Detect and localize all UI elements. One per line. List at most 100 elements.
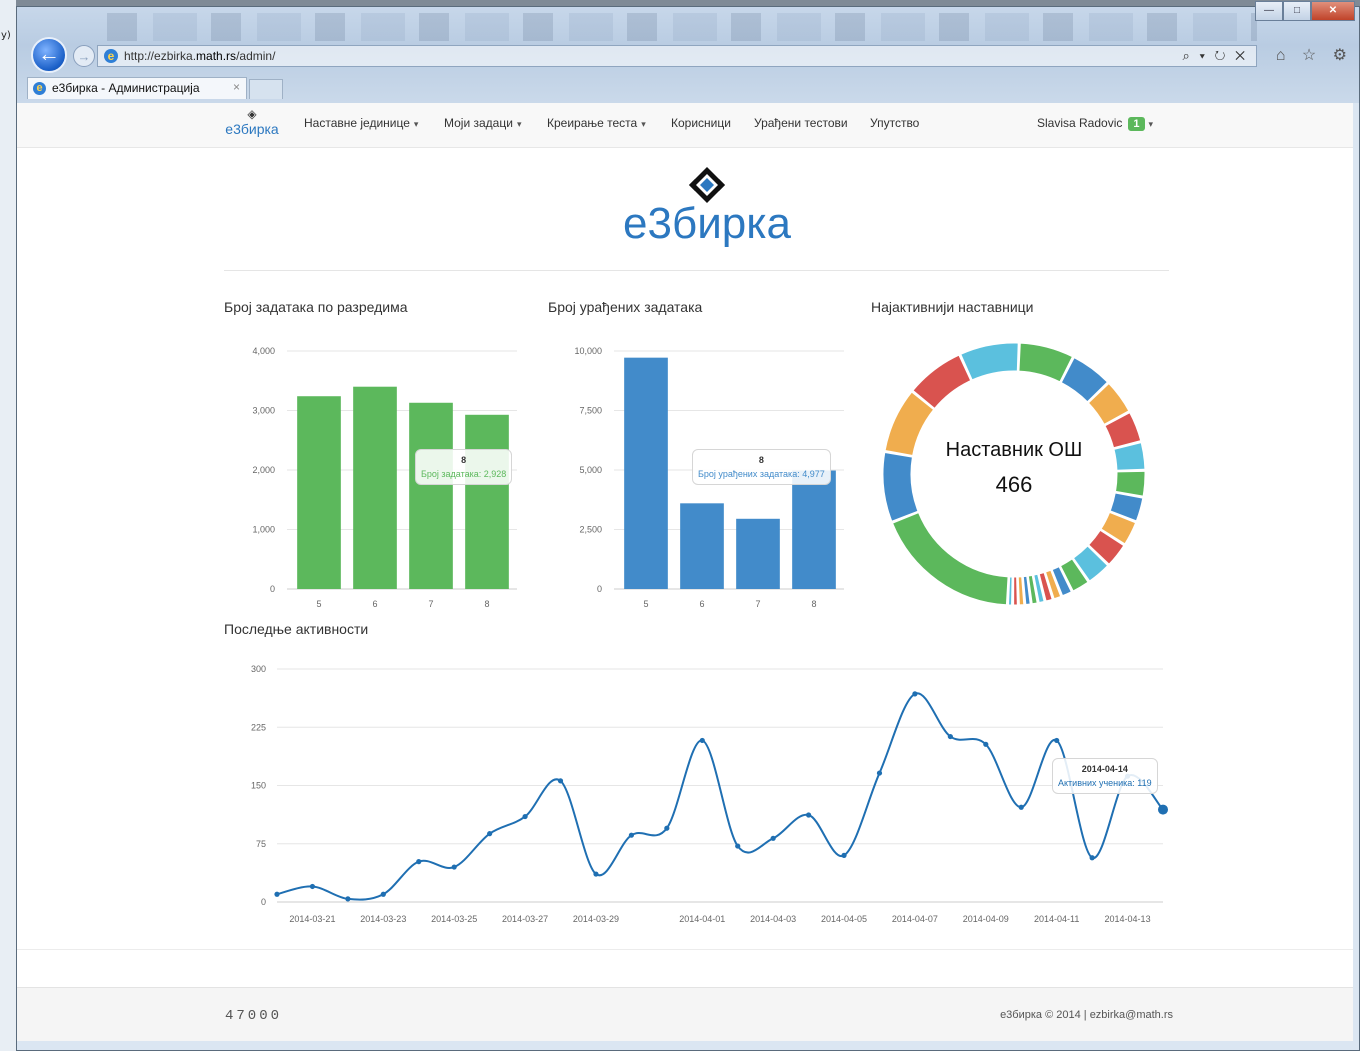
y-tick-label: 0: [261, 897, 266, 907]
data-point: [983, 741, 989, 747]
desktop-background: y): [0, 0, 16, 1051]
x-tick-label: 6: [372, 599, 377, 609]
copyright-text: е3бирка © 2014 | ezbirka@math.rs: [1000, 1009, 1173, 1021]
x-tick-label: 8: [811, 599, 816, 609]
caret-down-icon: ▾: [516, 119, 522, 129]
y-tick-label: 0: [597, 584, 602, 594]
x-tick-label: 6: [699, 599, 704, 609]
x-tick-label: 2014-04-11: [1034, 914, 1079, 924]
y-tick-label: 7,500: [579, 406, 602, 416]
ie-page-icon: e: [104, 49, 118, 63]
chart-title-completed-tasks: Број урађених задатака: [548, 299, 703, 315]
data-point: [1054, 737, 1060, 744]
y-tick-label: 2,000: [252, 465, 275, 475]
data-point: [628, 832, 634, 838]
tooltip-label: Број задатака: 2,928: [421, 469, 507, 479]
nav-item-users[interactable]: Корисници: [671, 116, 731, 130]
divider: [17, 949, 1353, 950]
site-logo: е3бирка: [577, 165, 837, 255]
y-tick-label: 10,000: [574, 346, 602, 356]
data-point: [274, 891, 280, 897]
nav-item-manual[interactable]: Упутство: [870, 116, 919, 130]
window-edge: [1353, 103, 1359, 1041]
x-tick-label: 2014-03-21: [289, 914, 335, 924]
bar-8: [465, 414, 509, 589]
x-tick-label: 2014-04-13: [1105, 914, 1151, 924]
y-tick-label: 300: [251, 664, 266, 674]
tooltip-category: 8: [461, 455, 467, 465]
x-tick-label: 2014-03-27: [502, 914, 548, 924]
tab-title: е3бирка - Администрација: [52, 81, 200, 95]
bar-5: [297, 396, 341, 589]
bar-7: [409, 402, 453, 589]
tooltip-category: 8: [758, 455, 764, 465]
donut-slice: [1017, 576, 1025, 606]
donut-slice: [1013, 576, 1018, 606]
data-point: [699, 737, 705, 744]
y-tick-label: 1,000: [252, 525, 275, 535]
browser-tab[interactable]: e е3бирка - Администрација ×: [27, 77, 247, 99]
y-tick-label: 225: [251, 722, 266, 732]
data-point: [451, 864, 457, 870]
back-button[interactable]: ←: [31, 37, 67, 73]
url-text: http://ezbirka.math.rs/admin/: [124, 49, 276, 63]
x-tick-label: 2014-03-25: [431, 914, 477, 924]
x-tick-label: 2014-04-01: [679, 914, 725, 924]
bar-6: [680, 503, 724, 589]
logo-name: е3бирка: [623, 199, 791, 248]
bar-7: [736, 518, 780, 589]
y-tick-label: 2,500: [579, 525, 602, 535]
x-tick-label: 8: [484, 599, 489, 609]
address-tools[interactable]: ⌕ ▾ ↻ ✕: [1183, 48, 1248, 64]
x-tick-label: 5: [316, 599, 321, 609]
donut-slice: [960, 342, 1019, 381]
x-tick-label: 2014-04-07: [892, 914, 938, 924]
navbar-brand[interactable]: ◈ е3бирка: [220, 108, 284, 143]
line-chart-recent-activity: 0 75 150 225 300 2014-03-21 2014-03-23 2014-03-…: [251, 664, 1168, 924]
chart-title-top-teachers: Најактивнији наставници: [871, 299, 1034, 315]
data-point: [416, 859, 422, 865]
tooltip-label: Активних ученика: 119: [1058, 778, 1152, 788]
data-point: [664, 825, 670, 831]
bar-6: [353, 386, 397, 589]
caret-down-icon: ▾: [641, 119, 646, 129]
y-tick-label: 75: [256, 839, 266, 849]
bar-5: [624, 357, 668, 589]
y-tick-label: 4,000: [252, 346, 275, 356]
y-tick-label: 3,000: [252, 406, 275, 416]
user-menu[interactable]: Slavisa Radovic 1 ▾: [1037, 116, 1153, 131]
data-point: [1018, 804, 1024, 810]
close-window-button[interactable]: ✕: [1311, 1, 1355, 21]
brand-name: е3бирка: [225, 121, 279, 137]
home-favorites-tools-icons[interactable]: ⌂ ☆ ⚙: [1276, 45, 1353, 65]
nav-item-units[interactable]: Наставне јединице ▾: [304, 116, 418, 130]
data-point: [1158, 804, 1168, 815]
tooltip-completed-tasks: 8 Број урађених задатака: 4,977: [692, 449, 831, 485]
tab-close-icon[interactable]: ×: [233, 80, 240, 94]
minimize-button[interactable]: —: [1255, 1, 1283, 21]
data-point: [806, 812, 812, 818]
nav-item-completed-tests[interactable]: Урађени тестови: [754, 116, 848, 130]
chart-title-tasks-by-grade: Број задатака по разредима: [224, 299, 408, 315]
x-tick-label: 2014-04-03: [750, 914, 796, 924]
nav-item-my-tasks[interactable]: Моји задаци ▾: [444, 116, 521, 130]
data-point: [557, 778, 564, 784]
data-point: [380, 891, 386, 897]
tooltip-recent-activity: 2014-04-14 Активних ученика: 119: [1052, 758, 1158, 794]
donut-chart-top-teachers: Наставник ОШ 466: [882, 342, 1146, 606]
data-point: [841, 852, 847, 858]
caret-down-icon: ▾: [1148, 119, 1154, 129]
tooltip-label: Број урађених задатака: 4,977: [698, 469, 825, 479]
data-point: [770, 835, 776, 841]
forward-button[interactable]: →: [73, 45, 95, 67]
nav-item-create-test[interactable]: Креирање теста ▾: [547, 116, 646, 130]
address-bar[interactable]: e http://ezbirka.math.rs/admin/ ⌕ ▾ ↻ ✕: [97, 45, 1257, 67]
data-point: [735, 843, 741, 849]
maximize-button[interactable]: □: [1283, 1, 1311, 21]
x-tick-label: 2014-04-09: [963, 914, 1009, 924]
data-point: [345, 896, 351, 902]
caret-down-icon: ▾: [413, 119, 419, 129]
new-tab-button[interactable]: [249, 79, 283, 99]
y-tick-label: 5,000: [579, 465, 602, 475]
background-ribbon-ghost: [107, 13, 1257, 41]
